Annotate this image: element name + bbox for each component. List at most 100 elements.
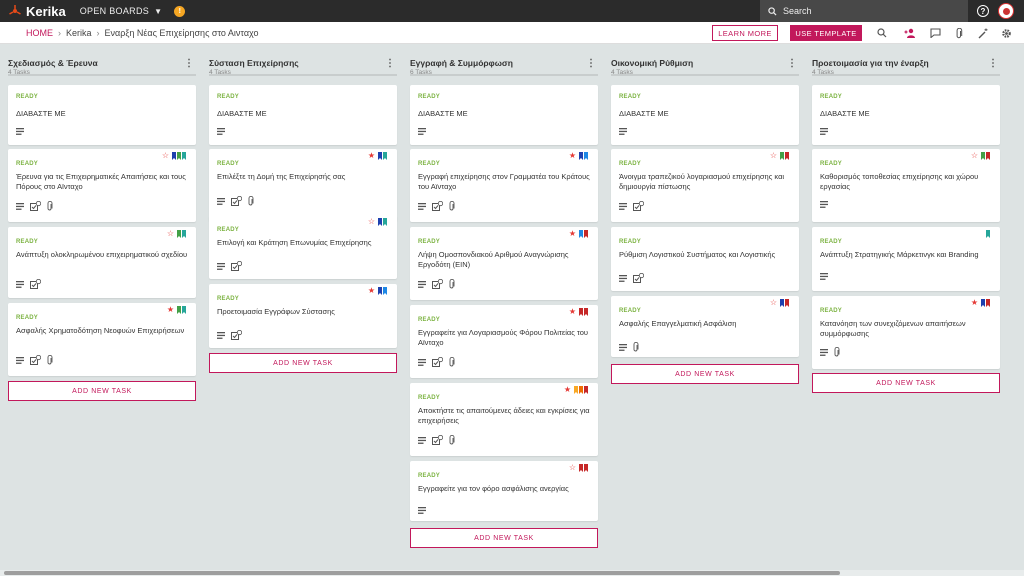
horizontal-scrollbar[interactable] (0, 570, 1024, 576)
learn-more-button[interactable]: LEARN MORE (712, 25, 778, 41)
add-person-icon[interactable] (904, 27, 916, 39)
star-outline-icon[interactable]: ☆ (368, 218, 375, 226)
star-outline-icon[interactable]: ☆ (971, 152, 978, 160)
task-card[interactable]: ★ READY Ασφαλής Χρηματοδότηση Νεοφυών Επιχ… (8, 303, 196, 376)
tag-flag-icon (785, 152, 789, 160)
scrollbar-thumb[interactable] (4, 571, 840, 575)
chat-icon[interactable] (929, 27, 941, 39)
card-tags: ★ (971, 299, 990, 307)
star-filled-icon[interactable]: ★ (564, 386, 571, 394)
help-icon[interactable]: ? (977, 5, 989, 17)
description-icon (619, 274, 627, 282)
card-tags: ☆ (770, 152, 789, 160)
star-filled-icon[interactable]: ★ (569, 230, 576, 238)
open-boards-menu[interactable]: OPEN BOARDS ▼ (80, 6, 163, 16)
card-icons (418, 435, 461, 445)
tag-flag-icon (579, 386, 583, 394)
breadcrumb-home[interactable]: HOME (26, 28, 53, 38)
star-filled-icon[interactable]: ★ (167, 306, 174, 314)
add-new-task-button[interactable]: ADD NEW TASK (611, 364, 799, 384)
gear-icon[interactable] (1000, 27, 1012, 39)
add-new-task-button[interactable]: ADD NEW TASK (812, 373, 1000, 393)
star-outline-icon[interactable]: ☆ (162, 152, 169, 160)
task-card[interactable]: READY ΔΙΑΒΑΣΤΕ ΜΕ (8, 85, 196, 145)
add-new-task-button[interactable]: ADD NEW TASK (8, 381, 196, 401)
task-card[interactable]: ☆ READY Ασφαλής Επαγγελματική Ασφάλιση (611, 296, 799, 357)
column-menu-icon[interactable]: ⋮ (385, 58, 395, 69)
column-header[interactable]: Προετοιμασία για την έναρξη 4 Tasks ⋮ (812, 44, 1000, 76)
card-tags: ★ (368, 152, 387, 160)
tag-flag-icon (986, 230, 990, 238)
description-icon (16, 280, 24, 288)
use-template-button[interactable]: USE TEMPLATE (790, 25, 862, 41)
task-card[interactable]: ★ READY Προετοιμασία Εγγράφων Σύστασης (209, 284, 397, 348)
column-menu-icon[interactable]: ⋮ (184, 58, 194, 69)
star-filled-icon[interactable]: ★ (569, 152, 576, 160)
magic-wand-icon[interactable] (977, 27, 989, 39)
breadcrumb-account[interactable]: Kerika (66, 28, 92, 38)
column-header[interactable]: Οικονομική Ρύθμιση 4 Tasks ⋮ (611, 44, 799, 76)
card-tags: ☆ (167, 230, 186, 238)
star-outline-icon[interactable]: ☆ (569, 464, 576, 472)
task-card[interactable]: ☆ READY Καθορισμός τοποθεσίας επιχείρησης … (812, 149, 1000, 222)
star-filled-icon[interactable]: ★ (569, 308, 576, 316)
description-icon (217, 331, 225, 339)
star-outline-icon[interactable]: ☆ (167, 230, 174, 238)
task-card[interactable]: ☆ READY Άνοιγμα τραπεζικού λογαριασμού επι… (611, 149, 799, 222)
tag-flag-icon (780, 152, 784, 160)
column-header[interactable]: Σύσταση Επιχείρησης 4 Tasks ⋮ (209, 44, 397, 76)
card-tags: ☆ (971, 152, 990, 160)
search-icon[interactable] (876, 27, 888, 39)
add-new-task-button[interactable]: ADD NEW TASK (410, 528, 598, 548)
task-card[interactable]: ★ READY Κατανόηση των συνεχιζόμενων απαιτή… (812, 296, 1000, 369)
kerika-logo[interactable]: Kerika (8, 4, 66, 19)
star-outline-icon[interactable]: ☆ (770, 152, 777, 160)
task-card[interactable]: ★ READY Εγγραφείτε για Λογαριασμούς Φόρου … (410, 305, 598, 378)
column-header[interactable]: Εγγραφή & Συμμόρφωση 6 Tasks ⋮ (410, 44, 598, 76)
task-card[interactable]: READY Ρύθμιση Λογιστικού Συστήματος και Λ… (611, 227, 799, 291)
notification-icon[interactable]: ! (174, 5, 186, 17)
task-card[interactable]: READY ΔΙΑΒΑΣΤΕ ΜΕ (812, 85, 1000, 145)
description-icon (619, 128, 627, 135)
card-title: ΔΙΑΒΑΣΤΕ ΜΕ (820, 109, 870, 118)
task-card[interactable]: READY Ανάπτυξη Στρατηγικής Μάρκετινγκ και… (812, 227, 1000, 291)
task-card[interactable]: ☆ READY Έρευνα για τις Επιχειρηματικές Απα… (8, 149, 196, 222)
task-card[interactable]: ☆ READY Εγγραφείτε για τον φόρο ασφάλισης … (410, 461, 598, 521)
column-menu-icon[interactable]: ⋮ (787, 58, 797, 69)
tag-flag-icon (584, 308, 588, 316)
description-icon (16, 128, 24, 135)
avatar[interactable] (998, 3, 1014, 19)
star-outline-icon[interactable]: ☆ (770, 299, 777, 307)
attachment-icon[interactable] (953, 27, 965, 39)
task-card[interactable]: READY ΔΙΑΒΑΣΤΕ ΜΕ (209, 85, 397, 145)
column-menu-icon[interactable]: ⋮ (988, 58, 998, 69)
chevron-down-icon: ▼ (154, 6, 163, 16)
card-title: Λήψη Ομοσπονδιακού Αριθμού Αναγνώρισης Ε… (418, 250, 569, 269)
column-menu-icon[interactable]: ⋮ (586, 58, 596, 69)
task-card[interactable]: ★ READY Επιλέξτε τη Δομή της Επιχείρησής σ… (209, 149, 397, 222)
star-filled-icon[interactable]: ★ (368, 287, 375, 295)
add-new-task-button[interactable]: ADD NEW TASK (209, 353, 397, 373)
card-status: READY (619, 308, 642, 314)
checklist-icon (432, 201, 443, 211)
task-card[interactable]: ★ READY Λήψη Ομοσπονδιακού Αριθμού Αναγνώρ… (410, 227, 598, 300)
task-card[interactable]: ★ READY Εγγραφή επιχείρησης στον Γραμματέα… (410, 149, 598, 222)
card-title: Εγγραφείτε για τον φόρο ασφάλισης ανεργί… (418, 484, 569, 493)
tag-flag-icon (785, 299, 789, 307)
task-card[interactable]: ☆ READY Ανάπτυξη ολοκληρωμένου επιχειρηματ… (8, 227, 196, 298)
description-icon (418, 128, 426, 135)
description-icon (820, 201, 828, 208)
column-divider (209, 74, 397, 76)
card-icons (418, 507, 432, 514)
task-card[interactable]: READY ΔΙΑΒΑΣΤΕ ΜΕ (611, 85, 799, 145)
task-card[interactable]: ☆ READY Επιλογή και Κράτηση Επωνυμίας Επιχ… (209, 215, 397, 279)
column-header[interactable]: Σχεδιασμός & Έρευνα 4 Tasks ⋮ (8, 44, 196, 76)
card-icons (418, 128, 432, 135)
card-status: READY (820, 94, 843, 100)
task-card[interactable]: ★ READY Αποκτήστε τις απαιτούμενες άδειες … (410, 383, 598, 456)
task-card[interactable]: READY ΔΙΑΒΑΣΤΕ ΜΕ (410, 85, 598, 145)
search-box[interactable]: Search (760, 0, 968, 22)
star-filled-icon[interactable]: ★ (368, 152, 375, 160)
card-status: READY (619, 239, 642, 245)
star-filled-icon[interactable]: ★ (971, 299, 978, 307)
